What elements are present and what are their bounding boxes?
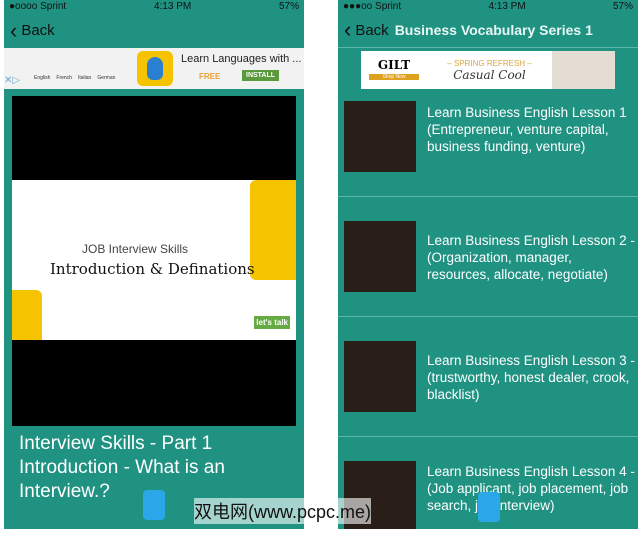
item-label: Learn Business English Lesson 3 - (trust… (427, 353, 635, 402)
battery: 57% (612, 1, 633, 12)
battery: 57% (278, 1, 299, 12)
video-thumbnail (344, 221, 416, 292)
status-bar: ●●●oo Sprint 4:13 PM 57% (338, 0, 638, 13)
item-label: Learn Business English Lesson 4 - (Job a… (427, 464, 635, 513)
install-button[interactable]: INSTALL (242, 70, 280, 81)
time: 4:13 PM (488, 1, 526, 12)
left-phone-screen: ●oooo Sprint 4:13 PM 57% ‹ Back ✕▷ Engli… (4, 0, 304, 529)
ad-lang: Italian (77, 75, 92, 81)
ad-free: FREE (199, 72, 221, 81)
item-label: Learn Business English Lesson 2 - (Organ… (427, 233, 635, 282)
video-line1: JOB Interview Skills (82, 242, 189, 256)
ad-lang: English (34, 75, 51, 81)
back-button[interactable]: Back (355, 22, 388, 39)
watermark: 双电网(www.pcpc.me) (194, 498, 372, 524)
page-title: Business Vocabulary Series 1 (394, 22, 593, 38)
item-label: Learn Business English Lesson 1 (Entrepr… (427, 105, 627, 154)
video-player[interactable]: JOB Interview Skills Introduction & Defi… (12, 96, 296, 426)
nav-bar: ‹ Back Business Vocabulary Series 1 (338, 13, 638, 48)
nav-bar: ‹ Back (4, 13, 304, 48)
ad-banner[interactable]: ✕▷ English French Italian German Learn L… (4, 48, 304, 89)
ad-tag: – SPRING REFRESH – (447, 58, 532, 68)
list-item[interactable]: Learn Business English Lesson 2 - (Organ… (338, 197, 638, 317)
watermark-icon (478, 492, 500, 522)
back-chevron-icon[interactable]: ‹ (344, 19, 351, 41)
back-button[interactable]: Back (21, 22, 54, 39)
carrier: ●oooo Sprint (9, 1, 67, 12)
video-line2: Introduction & Definations (50, 260, 255, 278)
right-phone-screen: ●●●oo Sprint 4:13 PM 57% ‹ Back Business… (338, 0, 638, 529)
ad-lang: French (56, 75, 72, 81)
ad-lang: German (97, 75, 116, 81)
video-thumbnail (344, 341, 416, 412)
ad-title: Learn Languages with ... (181, 53, 302, 65)
app-icon (137, 51, 173, 86)
list-item[interactable]: Learn Business English Lesson 1 (Entrepr… (338, 77, 638, 197)
time: 4:13 PM (153, 1, 192, 12)
brand-logo: let's talk (254, 316, 290, 329)
video-frame: JOB Interview Skills Introduction & Defi… (12, 180, 296, 340)
carrier: ●●●oo Sprint (343, 1, 402, 12)
ad-brand: GILT (377, 58, 411, 72)
ad-close-icon[interactable]: ✕▷ (4, 75, 20, 86)
back-chevron-icon[interactable]: ‹ (10, 19, 17, 42)
video-thumbnail (344, 101, 416, 172)
list-item[interactable]: Learn Business English Lesson 3 - (trust… (338, 317, 638, 437)
watermark-icon (143, 490, 165, 520)
status-bar: ●oooo Sprint 4:13 PM 57% (4, 0, 304, 13)
